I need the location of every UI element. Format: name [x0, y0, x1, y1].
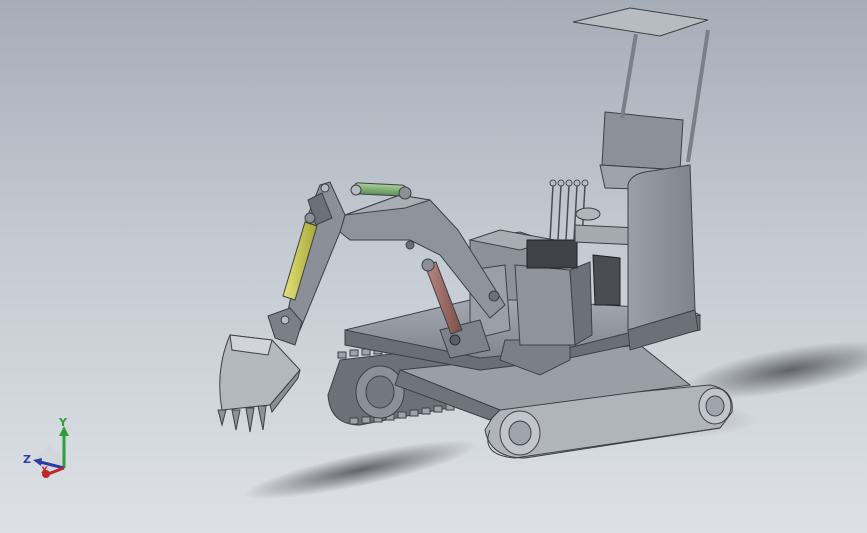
stick-arm[interactable] [284, 181, 346, 331]
arm-cylinder[interactable] [350, 182, 412, 200]
graphics-viewport[interactable]: Y Z X [0, 0, 867, 533]
triad-x-label: X [41, 466, 48, 476]
bucket[interactable] [217, 334, 301, 433]
cab-side-panel[interactable] [627, 164, 699, 351]
triad-y-label: Y [59, 416, 67, 429]
view-orientation-triad[interactable] [18, 412, 98, 492]
bucket-teeth [217, 405, 267, 433]
excavator-model-view[interactable] [0, 0, 867, 533]
triad-z-arrow [33, 458, 42, 466]
triad-z-label: Z [23, 453, 31, 466]
